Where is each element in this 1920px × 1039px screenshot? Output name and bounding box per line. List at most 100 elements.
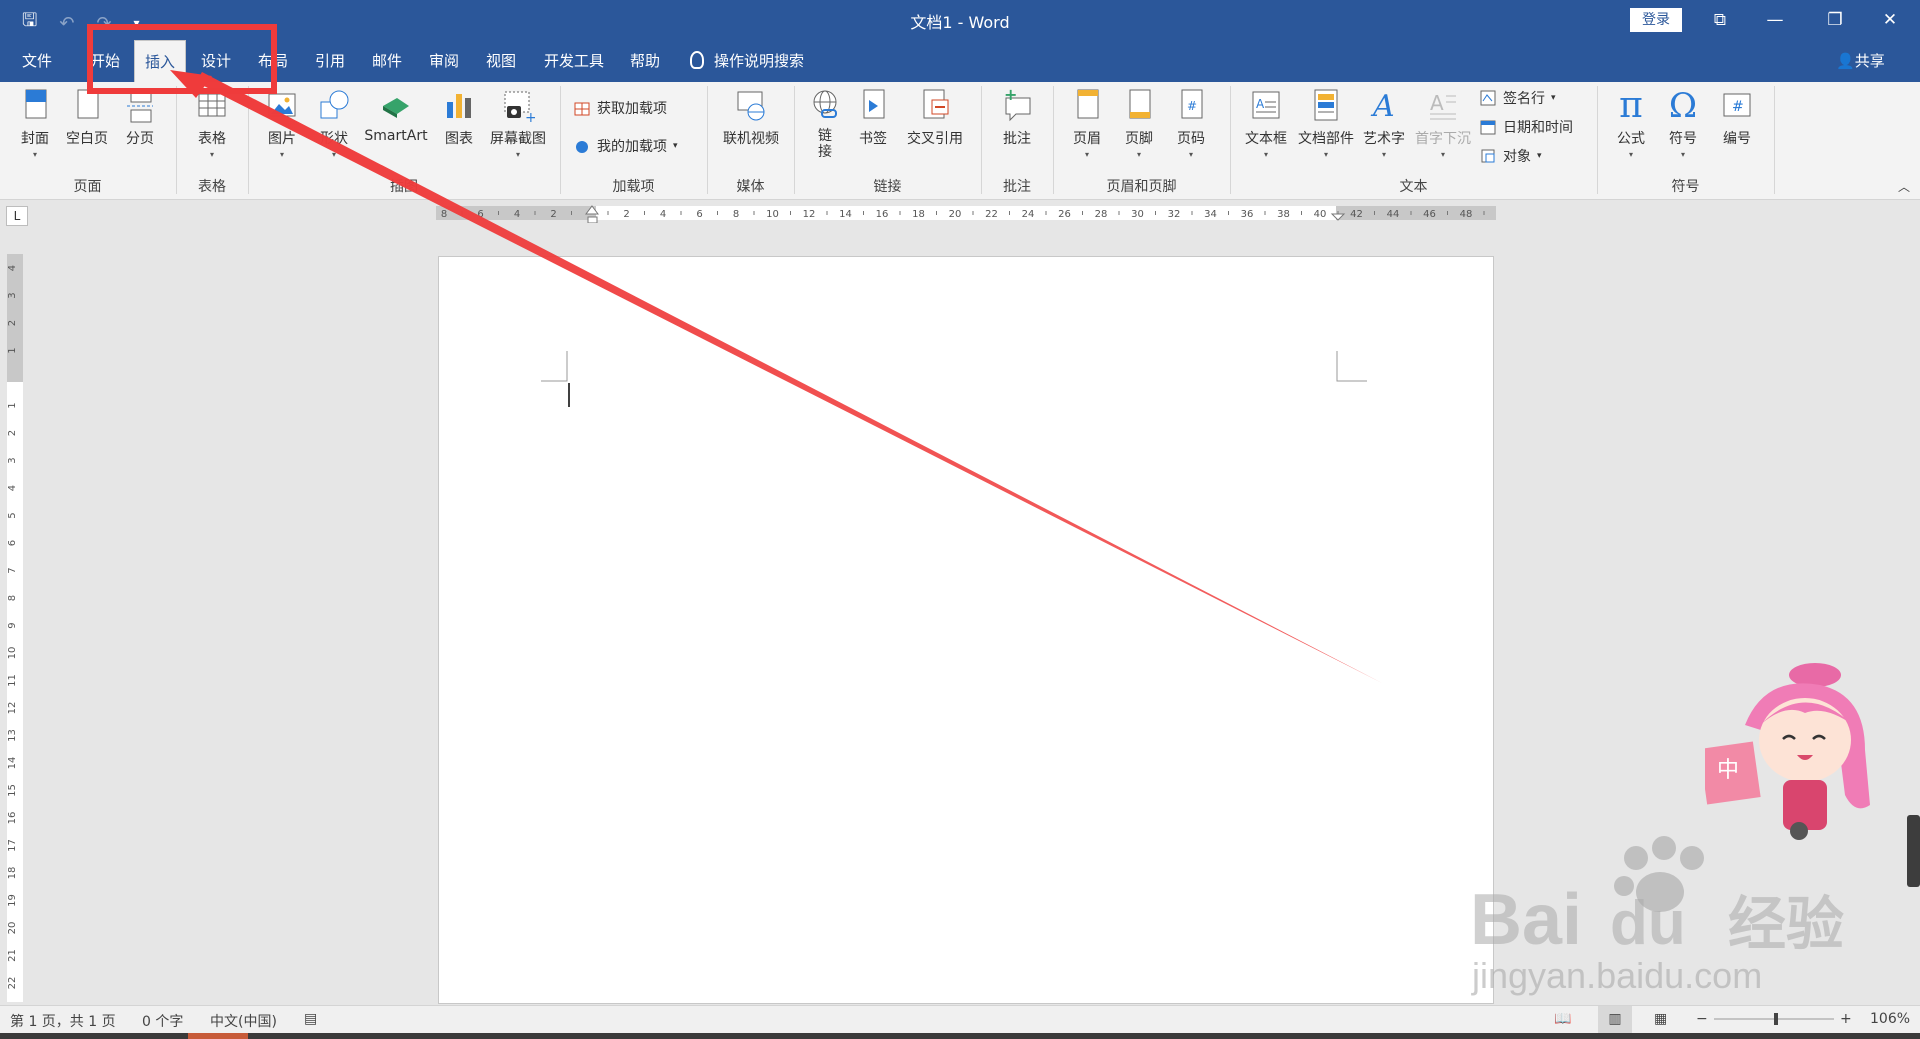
blank-page-label: 空白页 [66,131,108,147]
left-indent-marker[interactable] [587,216,598,223]
svg-text:+: + [525,110,535,124]
ruler-label: 11 [7,674,18,687]
number-button[interactable]: # 编号 [1712,88,1762,148]
horizontal-ruler[interactable]: 8 6 4 2 2 4 6 8 10 12 14 16 18 20 22 24 26 28 30 32 34 36 38 40… [436,203,1496,223]
table-button[interactable]: 表格 ▾ [187,88,237,159]
tab-design[interactable]: 设计 [191,40,241,82]
ruler-label: 8 [441,209,447,220]
zoom-in-button[interactable]: + [1840,1011,1852,1027]
minimize-icon[interactable]: — [1755,6,1795,34]
chart-button[interactable]: 图表 [437,88,481,148]
wordart-button[interactable]: A 艺术字 ▾ [1359,88,1409,159]
svg-text:A: A [1370,89,1395,124]
ruler-label: 46 [1423,209,1436,220]
title-bar: 🖫 ↶ ↷ ▾ 文档1 - Word 登录 ⧉ — ❐ ✕ [0,0,1920,40]
ruler-label: 2 [550,209,556,220]
ruler-label: 21 [7,949,18,962]
ruler-label: 3 [7,292,18,298]
zoom-slider[interactable] [1712,1012,1836,1026]
wordart-icon: A [1370,89,1395,124]
online-video-button[interactable]: 联机视频 [714,88,788,148]
ruler-label: 20 [7,922,18,935]
vertical-ruler[interactable]: 432112345678910111213141516171819202122 [4,254,26,1002]
footer-button[interactable]: 页脚 ▾ [1116,88,1162,159]
svg-text:#: # [1187,99,1197,113]
tab-selector[interactable]: L [6,206,28,226]
tab-view[interactable]: 视图 [476,40,526,82]
chart-icon [447,94,471,118]
get-addins-button[interactable]: 获取加载项 [573,98,667,118]
zoom-out-button[interactable]: − [1696,1011,1708,1027]
scrollbar-thumb[interactable] [1907,815,1920,887]
language-indicator[interactable]: 中文(中国) [210,1011,277,1031]
restore-icon[interactable]: ❐ [1815,6,1855,34]
ruler-label: 6 [7,540,18,546]
web-layout-icon[interactable]: ▦ [1654,1011,1667,1027]
link-button[interactable]: 链接 [805,88,845,160]
document-page[interactable] [438,256,1494,1004]
tab-file[interactable]: 文件 [10,40,64,82]
word-count[interactable]: 0 个字 [142,1011,183,1031]
ruler-label: 3 [7,457,18,463]
numbering-icon: # [1723,93,1751,117]
ruler-label: 48 [1460,209,1473,220]
smartart-button[interactable]: SmartArt [361,88,431,144]
svg-text:A: A [1256,97,1265,111]
zoom-level[interactable]: 106% [1870,1011,1910,1027]
bookmark-button[interactable]: 书签 [851,88,895,148]
drop-cap-button[interactable]: A 首字下沉 ▾ [1411,88,1475,159]
ruler-label: 2 [623,209,629,220]
textbox-button[interactable]: A 文本框 ▾ [1241,88,1291,159]
cross-reference-button[interactable]: 交叉引用 [899,88,971,148]
collapse-ribbon-icon[interactable]: ︿ [1898,178,1910,195]
new-comment-button[interactable]: + 批注 [992,88,1042,148]
ribbon-display-options-icon[interactable]: ⧉ [1700,6,1740,34]
ruler-label: 16 [876,209,889,220]
group-comments: + 批注 批注 [982,82,1052,200]
tab-review[interactable]: 审阅 [419,40,469,82]
table-grid-icon [198,93,226,117]
equation-label: 公式 [1617,131,1645,147]
pictures-label: 图片 [268,131,296,147]
close-icon[interactable]: ✕ [1870,6,1910,34]
tab-help[interactable]: 帮助 [620,40,670,82]
quick-parts-button[interactable]: 文档部件 ▾ [1295,88,1357,159]
page-number-button[interactable]: # 页码 ▾ [1168,88,1214,159]
symbol-button[interactable]: Ω 符号 ▾ [1658,88,1708,159]
tell-me-search[interactable]: 操作说明搜索 [690,40,804,82]
get-addins-label: 获取加载项 [597,101,667,117]
pictures-button[interactable]: 图片 ▾ [259,88,305,159]
page-break-button[interactable]: 分页 [116,88,164,148]
tab-developer[interactable]: 开发工具 [538,40,610,82]
ruler-label: 18 [912,209,925,220]
tab-layout[interactable]: 布局 [248,40,298,82]
print-layout-icon[interactable]: ▥ [1598,1006,1632,1033]
login-button[interactable]: 登录 [1630,8,1682,32]
ribbon-tabs: 文件 开始 插入 设计 布局 引用 邮件 审阅 视图 开发工具 帮助 操作说明搜… [0,40,1920,82]
signature-line-button[interactable]: 签名行 ▾ [1479,88,1556,108]
ruler-label: 22 [985,209,998,220]
macro-recording-icon[interactable]: ▤ [304,1011,317,1027]
tab-mailings[interactable]: 邮件 [362,40,412,82]
tab-insert[interactable]: 插入 [134,40,186,82]
my-addins-button[interactable]: 我的加载项 ▾ [573,136,678,156]
ruler-label: 15 [7,784,18,797]
cover-page-button[interactable]: 封面 ▾ [12,88,58,159]
symbol-label: 符号 [1669,131,1697,147]
read-mode-icon[interactable]: 📖 [1554,1011,1571,1027]
screenshot-button[interactable]: + 屏幕截图 ▾ [485,88,551,159]
tab-home[interactable]: 开始 [80,40,130,82]
ruler-label: 20 [949,209,962,220]
object-button[interactable]: 对象 ▾ [1479,146,1542,166]
tab-references[interactable]: 引用 [305,40,355,82]
equation-button[interactable]: π 公式 ▾ [1606,88,1656,160]
mascot-badge: 中 [1717,758,1739,783]
page-count[interactable]: 第 1 页，共 1 页 [10,1011,116,1031]
share-button[interactable]: 👤共享 [1836,40,1885,82]
blank-page-button[interactable]: 空白页 [62,88,112,148]
ruler-label: 14 [839,209,852,220]
header-button[interactable]: 页眉 ▾ [1064,88,1110,159]
group-header-footer: 页眉 ▾ 页脚 ▾ # 页码 ▾ 页眉和页脚 [1054,82,1229,200]
date-time-button[interactable]: 日期和时间 [1479,117,1573,137]
shapes-button[interactable]: 形状 ▾ [311,88,357,159]
